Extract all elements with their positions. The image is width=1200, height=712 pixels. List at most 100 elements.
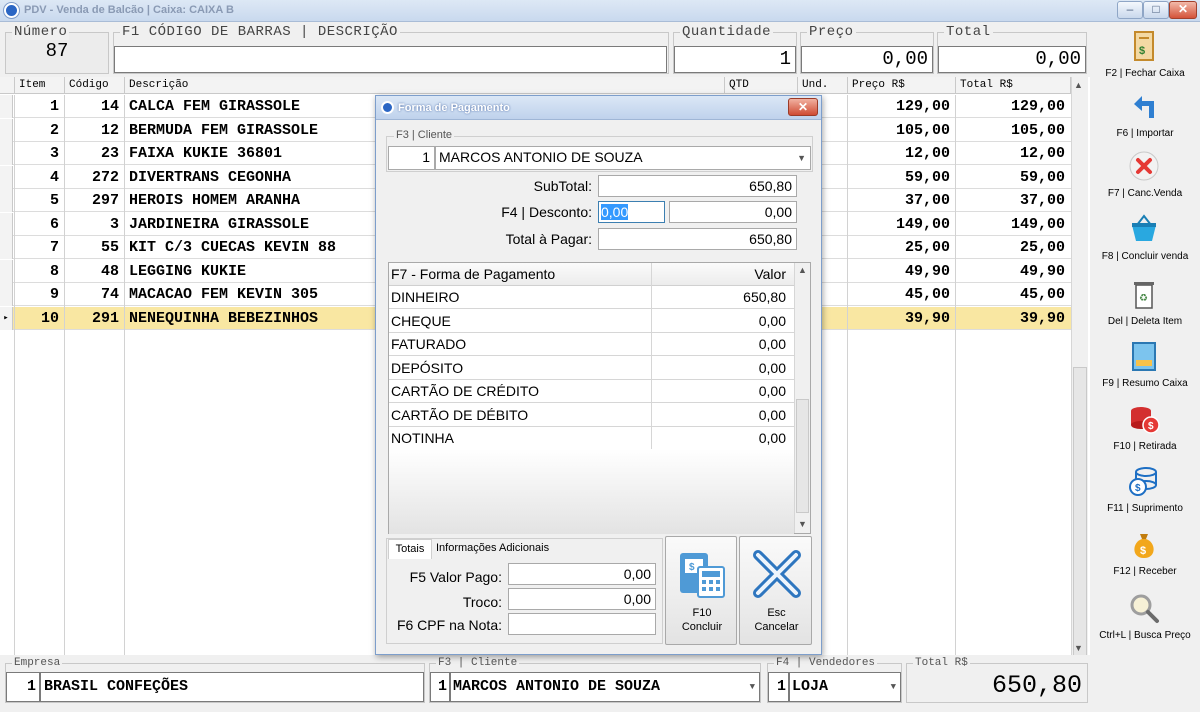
row-selector[interactable]	[0, 283, 13, 306]
row-selector[interactable]	[0, 95, 13, 118]
payment-method-value[interactable]: 0,00	[651, 427, 786, 450]
minimize-button[interactable]: –	[1117, 1, 1143, 19]
sidebar-button-3[interactable]: F7 | Canc.Venda	[1090, 144, 1200, 204]
grid-scrollbar[interactable]: ▲ ▼	[1071, 77, 1088, 667]
sidebar-button-4[interactable]: F8 | Concluir venda	[1090, 207, 1200, 267]
trash-icon: ♻	[1134, 282, 1154, 309]
vendedor-code[interactable]: 1	[768, 672, 789, 702]
barcode-input[interactable]	[114, 46, 667, 73]
sidebar-button-7[interactable]: $ F10 | Retirada	[1090, 397, 1200, 457]
row-selector[interactable]	[0, 236, 13, 259]
cell-item: 8	[49, 262, 59, 280]
tab-informacoes[interactable]: Informações Adicionais	[436, 542, 549, 554]
payment-method-value[interactable]: 0,00	[651, 310, 786, 333]
sidebar-button-label: F12 | Receber	[1113, 566, 1177, 577]
cell-total: 37,00	[1019, 192, 1065, 209]
col-total[interactable]: Total R$	[956, 77, 1071, 94]
payment-row[interactable]: FATURADO 0,00	[389, 333, 794, 356]
payment-row[interactable]: DEPÓSITO 0,00	[389, 357, 794, 380]
sidebar-button-6[interactable]: F9 | Resumo Caixa	[1090, 334, 1200, 394]
cell-preco: 105,00	[895, 121, 950, 139]
valor-pago-input[interactable]: 0,00	[508, 563, 656, 585]
scroll-up-icon[interactable]: ▲	[798, 265, 807, 275]
col-preco[interactable]: Preço R$	[848, 77, 956, 94]
row-selector[interactable]	[0, 212, 13, 236]
fp-scroll-thumb[interactable]	[796, 399, 809, 513]
fp-header-name[interactable]: F7 - Forma de Pagamento	[391, 263, 555, 286]
close-window-button[interactable]: ✕	[1169, 1, 1197, 19]
quantidade-input[interactable]: 1	[674, 46, 796, 73]
grid-line	[64, 95, 65, 655]
svg-text:$: $	[1135, 483, 1141, 494]
dialog-cliente-name: MARCOS ANTONIO DE SOUZA	[439, 149, 643, 165]
receipt-icon: $	[1134, 31, 1154, 61]
grid-line	[955, 95, 956, 655]
col-codigo[interactable]: Código	[65, 77, 125, 94]
payment-method-name: CARTÃO DE CRÉDITO	[391, 383, 540, 399]
fp-scrollbar[interactable]: ▲ ▼	[794, 263, 810, 533]
svg-text:$: $	[689, 562, 695, 573]
cell-codigo: 55	[100, 239, 119, 256]
cell-preco: 12,00	[904, 145, 950, 162]
col-item[interactable]: Item	[15, 77, 65, 94]
cpf-input[interactable]	[508, 613, 656, 635]
sidebar-button-9[interactable]: $ F12 | Receber	[1090, 522, 1200, 582]
col-descricao[interactable]: Descrição	[125, 77, 725, 94]
row-selector[interactable]	[0, 259, 13, 283]
dialog-titlebar: Forma de Pagamento ✕	[376, 96, 821, 120]
payment-row[interactable]: CHEQUE 0,00	[389, 310, 794, 333]
payment-method-value[interactable]: 0,00	[651, 380, 786, 403]
troco-label: Troco:	[462, 594, 502, 610]
sidebar-button-8[interactable]: $ F11 | Suprimento	[1090, 459, 1200, 519]
tab-totais[interactable]: Totais	[388, 539, 432, 559]
cell-total: 25,00	[1019, 239, 1065, 256]
sidebar-button-1[interactable]: $ F2 | Fechar Caixa	[1090, 24, 1200, 84]
payment-row[interactable]: NOTINHA 0,00	[389, 427, 794, 450]
scroll-down-icon[interactable]: ▼	[1074, 643, 1083, 653]
preco-input[interactable]: 0,00	[801, 46, 933, 73]
vendedor-select[interactable]: LOJA ▼	[789, 672, 901, 702]
dialog-cliente-code[interactable]: 1	[388, 146, 435, 170]
col-und[interactable]: Und.	[798, 77, 848, 94]
maximize-button[interactable]: □	[1143, 1, 1169, 19]
chevron-down-icon[interactable]: ▼	[750, 673, 755, 701]
chevron-down-icon[interactable]: ▼	[891, 673, 896, 701]
cancelar-line2: Cancelar	[754, 621, 799, 633]
sidebar-button-10[interactable]: Ctrl+L | Busca Preço	[1090, 586, 1200, 646]
dialog-close-button[interactable]: ✕	[788, 98, 818, 116]
col-qtd[interactable]: QTD	[725, 77, 798, 94]
concluir-button[interactable]: $ F10 Concluir	[665, 536, 737, 645]
payment-row[interactable]: CARTÃO DE CRÉDITO 0,00	[389, 380, 794, 403]
sidebar-button-5[interactable]: ♻ Del | Deleta Item	[1090, 272, 1200, 332]
cliente-footer-select[interactable]: MARCOS ANTONIO DE SOUZA ▼	[450, 672, 760, 702]
row-selector[interactable]	[0, 142, 13, 165]
desconto-value-input[interactable]: 0,00	[669, 201, 797, 223]
grid-corner	[0, 77, 15, 94]
row-selector[interactable]: ▸	[0, 306, 13, 330]
payment-method-value[interactable]: 650,80	[651, 286, 786, 309]
cliente-footer-code[interactable]: 1	[430, 672, 450, 702]
payment-method-value[interactable]: 0,00	[651, 404, 786, 427]
scroll-down-icon[interactable]: ▼	[798, 519, 807, 529]
payment-row[interactable]: DINHEIRO 650,80	[389, 286, 794, 309]
scroll-thumb[interactable]	[1073, 367, 1087, 667]
payment-method-value[interactable]: 0,00	[651, 333, 786, 356]
cliente-footer-name: MARCOS ANTONIO DE SOUZA	[453, 678, 661, 695]
row-selector[interactable]	[0, 118, 13, 142]
dialog-cliente-select[interactable]: MARCOS ANTONIO DE SOUZA ▼	[435, 146, 811, 170]
payment-methods-grid[interactable]: F7 - Forma de Pagamento Valor NOTINHA 0,0…	[388, 262, 811, 534]
payment-row[interactable]: CARTÃO DE DÉBITO 0,00	[389, 404, 794, 427]
row-selector[interactable]	[0, 165, 13, 189]
cell-item: 6	[49, 215, 59, 233]
cell-total: 59,00	[1019, 168, 1065, 186]
chevron-down-icon[interactable]: ▼	[797, 148, 806, 168]
scroll-up-icon[interactable]: ▲	[1074, 80, 1083, 90]
row-selector[interactable]	[0, 189, 13, 212]
cancelar-button[interactable]: Esc Cancelar	[739, 536, 812, 645]
payment-method-value[interactable]: 0,00	[651, 357, 786, 380]
sidebar-button-2[interactable]: F6 | Importar	[1090, 84, 1200, 144]
basket-icon	[1132, 214, 1156, 241]
cell-total: 45,00	[1019, 286, 1065, 303]
desconto-pct-input[interactable]: 0,00	[598, 201, 665, 223]
fp-header-value[interactable]: Valor	[651, 263, 786, 286]
